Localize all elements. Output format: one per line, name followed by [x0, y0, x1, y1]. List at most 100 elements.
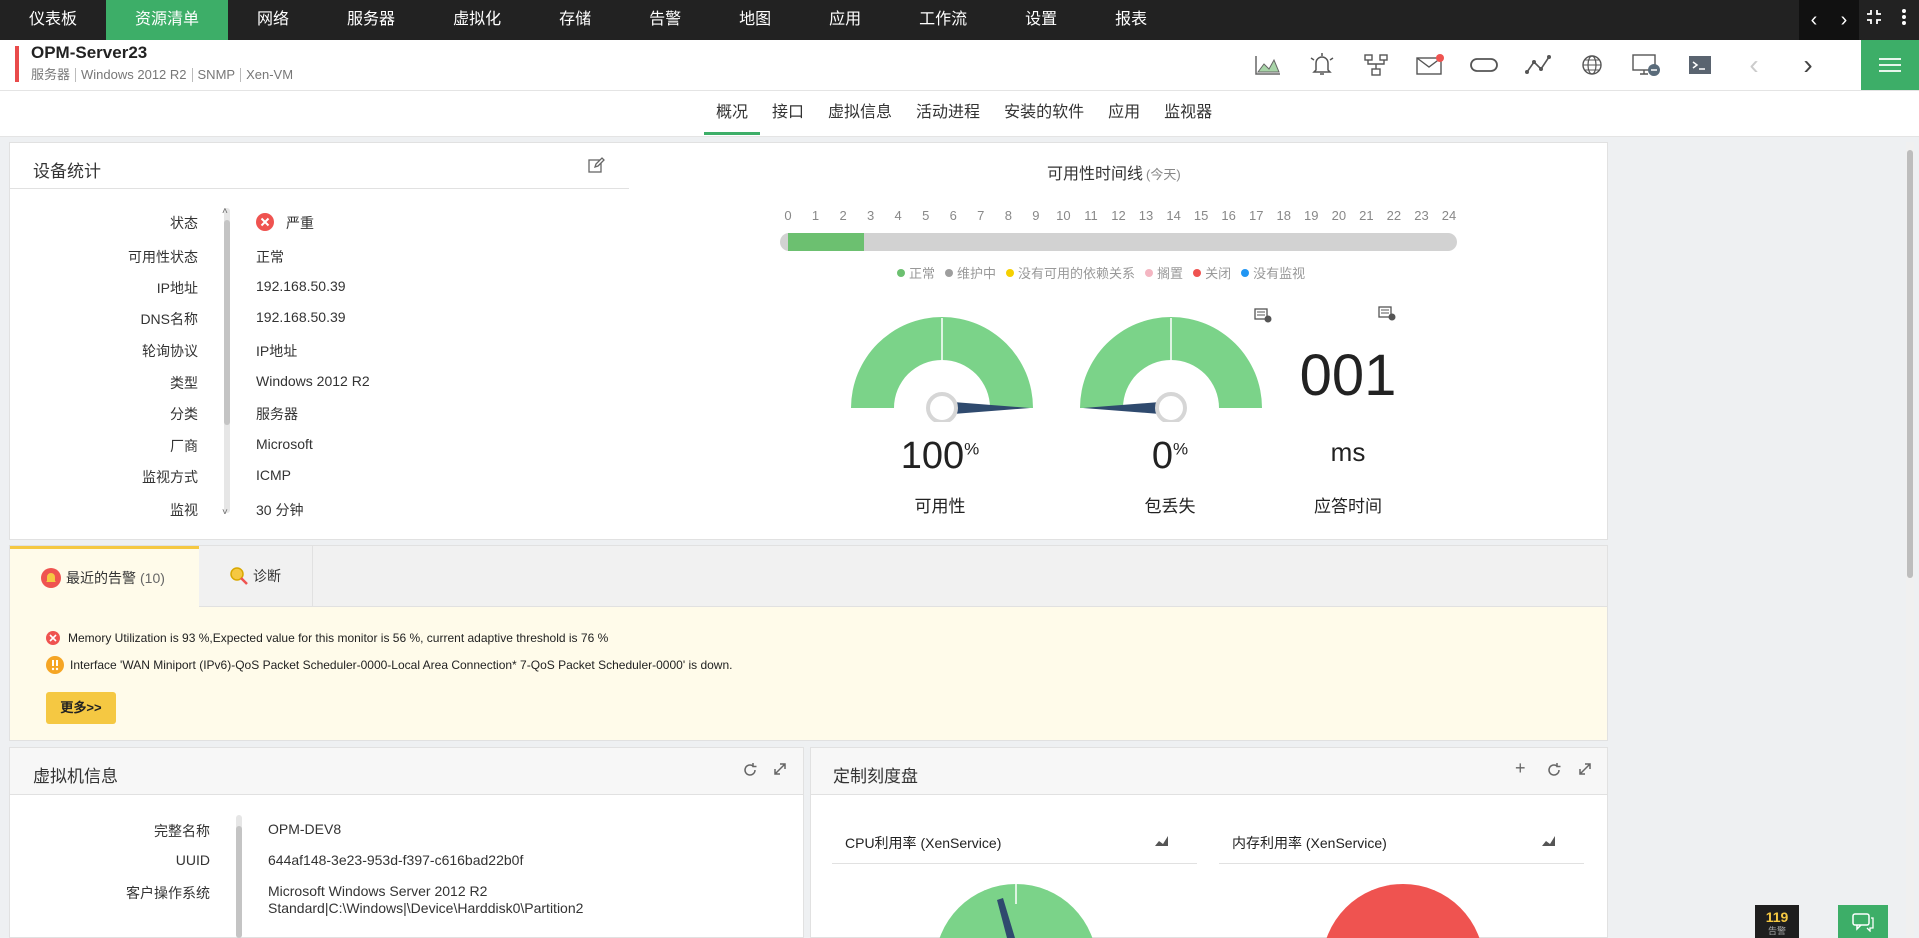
- topology-icon[interactable]: [1349, 48, 1403, 82]
- stat-value-type: Windows 2012 R2: [256, 373, 370, 389]
- nav-item-storage[interactable]: 存储: [530, 0, 620, 40]
- alert-row-critical[interactable]: Memory Utilization is 93 %,Expected valu…: [45, 630, 608, 646]
- chat-button[interactable]: [1838, 905, 1888, 938]
- alarm-bell-icon[interactable]: [1295, 48, 1349, 82]
- tab-active-processes[interactable]: 活动进程: [904, 91, 992, 135]
- stat-label-dns: DNS名称: [140, 311, 198, 327]
- nav-item-maps[interactable]: 地图: [710, 0, 800, 40]
- mail-icon[interactable]: [1403, 48, 1457, 82]
- vm-info-scroll-thumb[interactable]: [236, 826, 242, 938]
- vm-info-expand-icon[interactable]: [773, 762, 787, 781]
- stat-value-dns: 192.168.50.39: [256, 309, 346, 325]
- legend-item-down: 关闭: [1193, 263, 1231, 282]
- response-report-icon[interactable]: [1377, 305, 1397, 326]
- hamburger-icon: [1879, 58, 1901, 72]
- timeline-hour-tick: 18: [1276, 208, 1291, 223]
- stat-label-poll-protocol: 轮询协议: [142, 343, 198, 359]
- tab-applications[interactable]: 应用: [1096, 91, 1152, 135]
- stat-value-availability-status: 正常: [256, 249, 284, 265]
- vm-value-uuid: 644af148-3e23-953d-f397-c616bad22b0f: [268, 852, 524, 868]
- custom-dials-expand-icon[interactable]: [1578, 762, 1592, 781]
- nav-next-icon[interactable]: ›: [1829, 0, 1859, 40]
- collapse-icon[interactable]: [1859, 0, 1889, 40]
- legend-item-maintenance: 维护中: [945, 263, 996, 282]
- nav-item-settings[interactable]: 设置: [996, 0, 1086, 40]
- custom-dials-add-icon[interactable]: +: [1515, 758, 1526, 779]
- nav-item-servers[interactable]: 服务器: [318, 0, 424, 40]
- availability-gauge: [851, 317, 1033, 422]
- scroll-down-icon[interactable]: ˅: [222, 507, 228, 518]
- globe-icon[interactable]: [1565, 48, 1619, 82]
- timeline-hour-tick: 17: [1248, 208, 1264, 223]
- tab-diagnostics[interactable]: 诊断: [199, 546, 313, 606]
- more-vertical-icon[interactable]: [1889, 0, 1919, 40]
- diagnostics-icon: [230, 567, 248, 585]
- next-device-icon[interactable]: ›: [1781, 48, 1835, 82]
- page-scroll-thumb[interactable]: [1907, 150, 1913, 578]
- edit-icon[interactable]: [587, 156, 605, 179]
- custom-dials-refresh-icon[interactable]: [1546, 762, 1562, 783]
- stat-value-status: 严重: [286, 215, 314, 231]
- alert-row-warning[interactable]: Interface 'WAN Miniport (IPv6)-QoS Packe…: [45, 655, 732, 675]
- prev-device-icon[interactable]: ‹: [1727, 48, 1781, 82]
- vm-info-refresh-icon[interactable]: [742, 762, 758, 783]
- device-header: OPM-Server23 服务器 Windows 2012 R2 SNMP Xe…: [0, 40, 1919, 91]
- trend-icon[interactable]: [1511, 48, 1565, 82]
- scroll-up-icon[interactable]: ˄: [222, 206, 228, 217]
- remote-desktop-icon[interactable]: [1619, 48, 1673, 82]
- tab-monitors[interactable]: 监视器: [1152, 91, 1224, 135]
- vm-info-header: [10, 748, 803, 795]
- stat-label-monitor-method: 监视方式: [142, 469, 198, 485]
- timeline-hour-tick: 0: [784, 208, 792, 223]
- alarm-counter-badge[interactable]: 119 告警: [1755, 905, 1799, 938]
- nav-item-network[interactable]: 网络: [228, 0, 318, 40]
- device-stats-scroll-thumb[interactable]: [224, 220, 230, 425]
- tab-recent-alarms[interactable]: 最近的告警 (10): [10, 546, 199, 607]
- stat-value-category: 服务器: [256, 406, 298, 422]
- cpu-dial-chart-icon[interactable]: [1153, 834, 1171, 853]
- legend-item-on-hold: 搁置: [1145, 263, 1183, 282]
- nav-item-inventory[interactable]: 资源清单: [106, 0, 229, 40]
- nav-item-dashboard[interactable]: 仪表板: [0, 0, 106, 40]
- sub-tabs: 概况 接口 虚拟信息 活动进程 安装的软件 应用 监视器: [0, 91, 1919, 137]
- stat-label-vendor: 厂商: [170, 438, 198, 454]
- custom-dials-title: 定制刻度盘: [833, 767, 918, 786]
- timeline-hour-tick: 14: [1166, 208, 1181, 223]
- timeline-up-segment[interactable]: [788, 233, 864, 251]
- nav-item-workflow[interactable]: 工作流: [890, 0, 996, 40]
- nav-item-alarms[interactable]: 告警: [620, 0, 710, 40]
- nav-prev-icon[interactable]: ‹: [1799, 0, 1829, 40]
- device-meta: 服务器 Windows 2012 R2 SNMP Xen-VM: [31, 68, 298, 82]
- timeline-track[interactable]: [780, 233, 1457, 251]
- stat-value-vendor: Microsoft: [256, 436, 313, 452]
- timeline-title-text: 可用性时间线: [1047, 166, 1144, 183]
- timeline-hour-tick: 10: [1056, 208, 1071, 223]
- timeline-hour-tick: 13: [1138, 208, 1154, 223]
- timeline-hour-tick: 2: [839, 208, 847, 223]
- more-alerts-button[interactable]: 更多>>: [46, 692, 116, 724]
- nav-item-apps[interactable]: 应用: [800, 0, 890, 40]
- memory-dial-chart-icon[interactable]: [1540, 834, 1558, 853]
- timeline-hour-tick: 11: [1084, 208, 1098, 223]
- availability-timeline-title: 可用性时间线 (今天): [1047, 160, 1181, 184]
- tab-overview[interactable]: 概况: [704, 91, 761, 135]
- legend-item-no-dependency: 没有可用的依赖关系: [1006, 263, 1135, 282]
- cpu-dial: [939, 884, 1093, 938]
- tab-installed-software[interactable]: 安装的软件: [992, 91, 1096, 135]
- tab-virtual-info[interactable]: 虚拟信息: [816, 91, 904, 135]
- sync-link-icon[interactable]: [1457, 48, 1511, 82]
- timeline-hour-tick: 12: [1111, 208, 1126, 223]
- graph-icon[interactable]: [1241, 48, 1295, 82]
- nav-item-reports[interactable]: 报表: [1086, 0, 1176, 40]
- nav-item-virtualization[interactable]: 虚拟化: [424, 0, 530, 40]
- terminal-icon[interactable]: [1673, 48, 1727, 82]
- hamburger-menu-button[interactable]: [1861, 40, 1919, 90]
- custom-dials-header: [811, 748, 1607, 795]
- tab-interfaces[interactable]: 接口: [760, 91, 816, 135]
- timeline-hour-tick: 3: [867, 208, 875, 223]
- availability-report-icon[interactable]: [1253, 307, 1273, 328]
- overview-panel: [9, 142, 1608, 540]
- stat-label-category: 分类: [170, 406, 198, 422]
- timeline-hour-tick: 5: [922, 208, 930, 223]
- stat-label-status: 状态: [170, 215, 198, 231]
